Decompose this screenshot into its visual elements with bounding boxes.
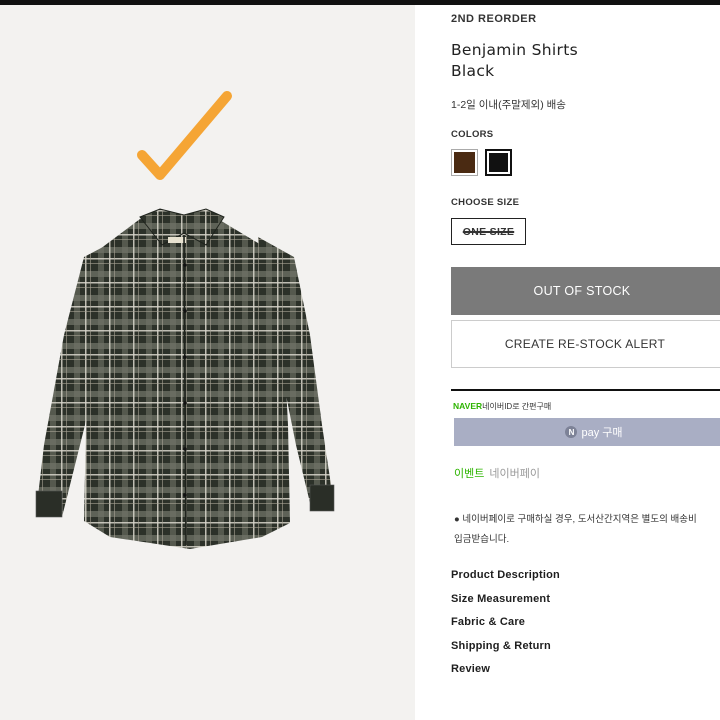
checkmark-icon [137, 91, 232, 180]
naver-pay-label: pay 구매 [581, 427, 623, 439]
link-review[interactable]: Review [451, 660, 560, 684]
size-option-one-size[interactable]: ONE SIZE [451, 218, 526, 245]
colors-label: COLORS [451, 129, 494, 140]
product-info-links: Product Description Size Measurement Fab… [451, 566, 560, 684]
naver-notice: ● 네이버페이로 구매하실 경우, 도서산간지역은 별도의 배송비 입금받습니다… [454, 510, 697, 550]
product-title: Benjamin Shirts Black [451, 40, 578, 82]
shirt-illustration [35, 208, 335, 549]
size-label: CHOOSE SIZE [451, 197, 520, 208]
naver-header: NAVER네이버ID로 간편구매 [453, 401, 551, 412]
event-tag: 이벤트 [454, 468, 485, 480]
notice-line2: 입금받습니다. [454, 534, 510, 545]
naver-event-line[interactable]: 이벤트 네이버페이 [454, 465, 540, 481]
link-size-measurement[interactable]: Size Measurement [451, 590, 560, 614]
link-shipping-return[interactable]: Shipping & Return [451, 637, 560, 661]
link-fabric-care[interactable]: Fabric & Care [451, 613, 560, 637]
product-title-line2: Black [451, 62, 495, 80]
naver-pay-icon: N [565, 426, 578, 438]
product-title-line1: Benjamin Shirts [451, 41, 578, 59]
naver-pay-button[interactable]: N pay 구매 [454, 418, 720, 446]
naver-divider [451, 389, 720, 391]
product-image [0, 5, 415, 720]
event-text: 네이버페이 [489, 468, 540, 480]
shipping-note: 1-2일 이내(주말제외) 배송 [451, 99, 566, 111]
notice-line1: ● 네이버페이로 구매하실 경우, 도서산간지역은 별도의 배송비 [454, 514, 697, 525]
naver-logo: NAVER [453, 401, 483, 411]
restock-alert-button[interactable]: CREATE RE-STOCK ALERT [451, 320, 720, 368]
link-product-description[interactable]: Product Description [451, 566, 560, 590]
color-swatch-black[interactable] [485, 149, 512, 176]
size-option-label: ONE SIZE [462, 225, 515, 238]
out-of-stock-button[interactable]: OUT OF STOCK [451, 267, 720, 315]
naver-caption: 네이버ID로 간편구매 [482, 402, 552, 411]
product-info-panel: 2ND REORDER Benjamin Shirts Black 1-2일 이… [451, 0, 720, 720]
brand-name[interactable]: 2ND REORDER [451, 13, 537, 25]
color-swatch-brown[interactable] [451, 149, 478, 176]
